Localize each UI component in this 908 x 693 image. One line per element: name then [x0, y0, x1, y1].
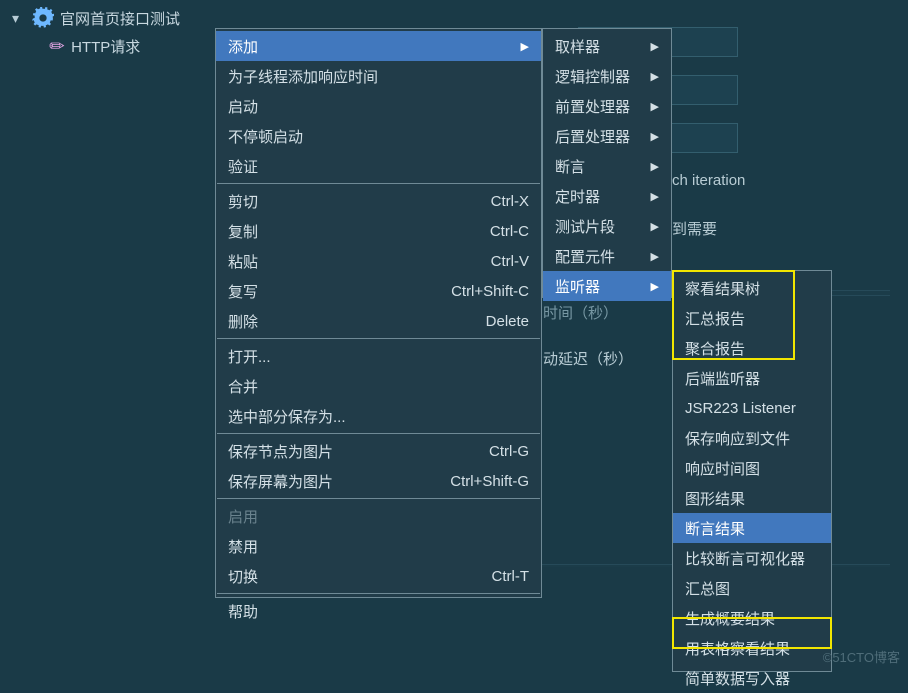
tree-node-label: 官网首页接口测试 [60, 8, 180, 29]
menu-save-screen-img[interactable]: 保存屏幕为图片Ctrl+Shift-G [216, 466, 541, 496]
submenu-test-fragment[interactable]: 测试片段▶ [543, 211, 671, 241]
submenu-timer[interactable]: 定时器▶ [543, 181, 671, 211]
submenu-logic-controller[interactable]: 逻辑控制器▶ [543, 61, 671, 91]
submenu-assertion[interactable]: 断言▶ [543, 151, 671, 181]
listener-table-results[interactable]: 用表格察看结果 [673, 633, 831, 663]
bg-text-seconds2: 动延迟（秒） [543, 348, 633, 369]
menu-add[interactable]: 添加 ▶ [216, 31, 541, 61]
listener-backend[interactable]: 后端监听器 [673, 363, 831, 393]
tree-node-http-label: HTTP请求 [71, 36, 140, 57]
bg-text-need: 到需要 [672, 218, 717, 239]
listener-save-response[interactable]: 保存响应到文件 [673, 423, 831, 453]
tree-node-threadgroup[interactable]: ▾ 官网首页接口测试 [12, 4, 180, 32]
gear-icon [32, 7, 54, 29]
listener-summary-results[interactable]: 生成概要结果 [673, 603, 831, 633]
submenu-listener-items[interactable]: 察看结果树 汇总报告 聚合报告 后端监听器 JSR223 Listener 保存… [672, 270, 832, 672]
bg-text-seconds1: 时间（秒） [543, 302, 618, 323]
listener-results-tree[interactable]: 察看结果树 [673, 273, 831, 303]
menu-duplicate[interactable]: 复写Ctrl+Shift-C [216, 276, 541, 306]
listener-response-time-graph[interactable]: 响应时间图 [673, 453, 831, 483]
listener-summary-report[interactable]: 汇总报告 [673, 303, 831, 333]
menu-enable: 启用 [216, 501, 541, 531]
menu-paste[interactable]: 粘贴Ctrl-V [216, 246, 541, 276]
menu-delete[interactable]: 删除Delete [216, 306, 541, 336]
context-menu[interactable]: 添加 ▶ 为子线程添加响应时间 启动 不停顿启动 验证 剪切Ctrl-X 复制C… [215, 28, 542, 598]
menu-save-node-img[interactable]: 保存节点为图片Ctrl-G [216, 436, 541, 466]
submenu-pre-processor[interactable]: 前置处理器▶ [543, 91, 671, 121]
watermark: ©51CTO博客 [823, 647, 900, 666]
listener-assertion-results[interactable]: 断言结果 [673, 513, 831, 543]
listener-aggregate-report[interactable]: 聚合报告 [673, 333, 831, 363]
menu-open[interactable]: 打开... [216, 341, 541, 371]
menu-separator [217, 498, 540, 499]
menu-help[interactable]: 帮助 [216, 596, 541, 626]
submenu-config-element[interactable]: 配置元件▶ [543, 241, 671, 271]
menu-separator [217, 433, 540, 434]
menu-start-no-pause[interactable]: 不停顿启动 [216, 121, 541, 151]
submenu-listener[interactable]: 监听器▶ [543, 271, 671, 301]
tree-node-http[interactable]: ✎ HTTP请求 [12, 32, 180, 60]
menu-separator [217, 338, 540, 339]
submenu-post-processor[interactable]: 后置处理器▶ [543, 121, 671, 151]
menu-add-timer-child[interactable]: 为子线程添加响应时间 [216, 61, 541, 91]
listener-jsr223[interactable]: JSR223 Listener [673, 393, 831, 423]
menu-validate[interactable]: 验证 [216, 151, 541, 181]
menu-merge[interactable]: 合并 [216, 371, 541, 401]
listener-aggregate-graph[interactable]: 汇总图 [673, 573, 831, 603]
listener-graph-results[interactable]: 图形结果 [673, 483, 831, 513]
menu-separator [217, 183, 540, 184]
pipette-icon: ✎ [45, 33, 71, 59]
chevron-right-icon: ▶ [521, 40, 529, 53]
menu-cut[interactable]: 剪切Ctrl-X [216, 186, 541, 216]
submenu-add[interactable]: 取样器▶ 逻辑控制器▶ 前置处理器▶ 后置处理器▶ 断言▶ 定时器▶ 测试片段▶… [542, 28, 672, 298]
collapse-icon[interactable]: ▾ [12, 10, 26, 27]
menu-start[interactable]: 启动 [216, 91, 541, 121]
menu-copy[interactable]: 复制Ctrl-C [216, 216, 541, 246]
listener-simple-writer[interactable]: 简单数据写入器 [673, 663, 831, 693]
menu-separator [217, 593, 540, 594]
menu-toggle[interactable]: 切换Ctrl-T [216, 561, 541, 591]
submenu-sampler[interactable]: 取样器▶ [543, 31, 671, 61]
bg-text-iteration: ch iteration [672, 172, 745, 189]
test-plan-tree: ▾ 官网首页接口测试 ✎ HTTP请求 [12, 4, 180, 60]
menu-disable[interactable]: 禁用 [216, 531, 541, 561]
menu-save-selection[interactable]: 选中部分保存为... [216, 401, 541, 431]
listener-compare-assertion[interactable]: 比较断言可视化器 [673, 543, 831, 573]
